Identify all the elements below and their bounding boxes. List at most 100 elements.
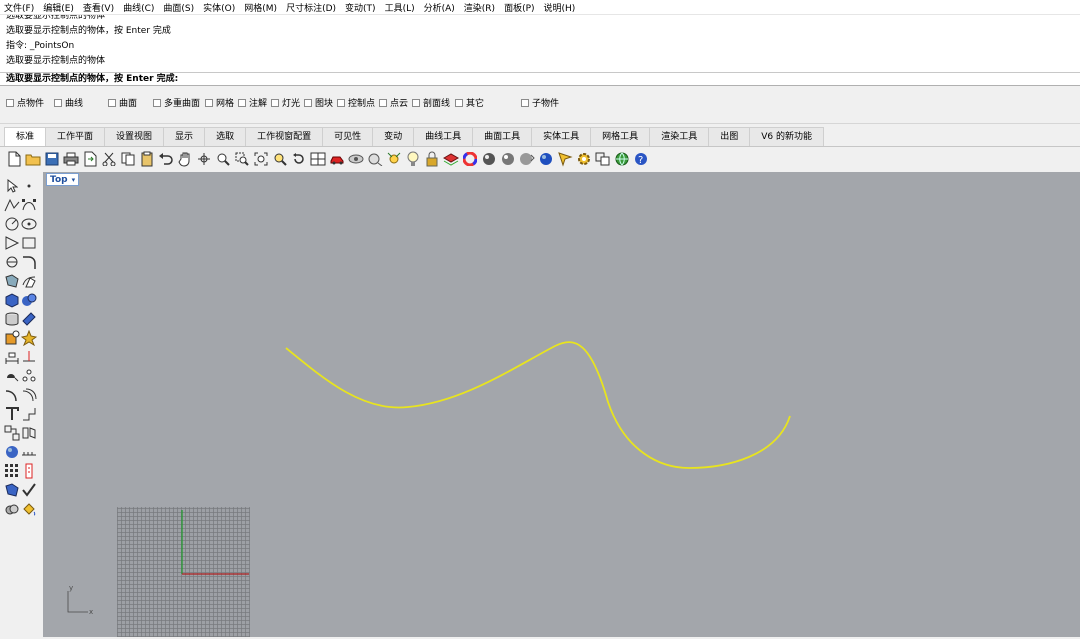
extrude-surface-icon[interactable]: [20, 272, 37, 289]
paint-bucket-icon[interactable]: [20, 500, 37, 517]
checkbox[interactable]: [455, 98, 463, 107]
menu-analyze[interactable]: 分析(A): [424, 1, 455, 14]
trim-icon[interactable]: [3, 367, 20, 384]
cylinder-icon[interactable]: [3, 310, 20, 327]
undo-view-icon[interactable]: [291, 151, 307, 167]
tab-new-in-v6[interactable]: V6 的新功能: [749, 127, 824, 146]
tab-standard[interactable]: 标准: [4, 127, 47, 146]
split-icon[interactable]: [20, 348, 37, 365]
color-wheel-icon[interactable]: [462, 151, 478, 167]
named-views-icon[interactable]: [595, 151, 611, 167]
mesh-icon[interactable]: [20, 310, 37, 327]
join-icon[interactable]: [3, 386, 20, 403]
cut-icon[interactable]: [101, 151, 117, 167]
menu-solid[interactable]: 实体(O): [203, 1, 235, 14]
curve-from-objects-icon[interactable]: [3, 253, 20, 270]
command-prompt[interactable]: 选取要显示控制点的物体，按 Enter 完成:: [0, 73, 1080, 86]
filter-surfaces[interactable]: 曲面: [108, 96, 137, 109]
text-icon[interactable]: [3, 405, 20, 422]
help-icon[interactable]: ?: [633, 151, 649, 167]
tab-transform[interactable]: 变动: [372, 127, 415, 146]
checkbox[interactable]: [108, 98, 116, 107]
filter-subobjects[interactable]: 子物件: [521, 96, 559, 109]
offset-icon[interactable]: [20, 386, 37, 403]
material-sphere-icon[interactable]: [481, 151, 497, 167]
boolean-icon[interactable]: [20, 291, 37, 308]
undo-icon[interactable]: [158, 151, 174, 167]
options-gear-icon[interactable]: [576, 151, 592, 167]
point-icon[interactable]: [20, 177, 37, 194]
environment-icon[interactable]: [519, 151, 535, 167]
tab-mesh-tools[interactable]: 网格工具: [590, 127, 651, 146]
globe-icon[interactable]: [614, 151, 630, 167]
print-icon[interactable]: [63, 151, 79, 167]
zoom-extents-icon[interactable]: [253, 151, 269, 167]
zoom-window-icon[interactable]: [234, 151, 250, 167]
render-tools-icon[interactable]: [3, 329, 20, 346]
paste-icon[interactable]: [139, 151, 155, 167]
checkbox[interactable]: [271, 98, 279, 107]
texture-mapping-icon[interactable]: [557, 151, 573, 167]
menu-file[interactable]: 文件(F): [4, 1, 34, 14]
menu-view[interactable]: 查看(V): [83, 1, 114, 14]
pan-hand-icon[interactable]: [177, 151, 193, 167]
filter-meshes[interactable]: 网格: [205, 96, 234, 109]
checkbox[interactable]: [412, 98, 420, 107]
menu-curve[interactable]: 曲线(C): [123, 1, 154, 14]
copy-icon[interactable]: [120, 151, 136, 167]
blue-sphere-icon[interactable]: [538, 151, 554, 167]
dimension-icon[interactable]: [3, 348, 20, 365]
import-icon[interactable]: [82, 151, 98, 167]
new-file-icon[interactable]: [6, 151, 22, 167]
filter-curves[interactable]: 曲线: [54, 96, 83, 109]
check-icon[interactable]: [20, 481, 37, 498]
menu-transform[interactable]: 变动(T): [345, 1, 376, 14]
tab-render-tools[interactable]: 渲染工具: [649, 127, 710, 146]
filter-control-points[interactable]: 控制点: [337, 96, 375, 109]
analysis-sphere-icon[interactable]: [3, 443, 20, 460]
cloud-icon[interactable]: [3, 500, 20, 517]
light-bulb-icon[interactable]: [405, 151, 421, 167]
menu-surface[interactable]: 曲面(S): [163, 1, 194, 14]
filter-others[interactable]: 其它: [455, 96, 484, 109]
grid-array-icon[interactable]: [3, 462, 20, 479]
checkbox[interactable]: [205, 98, 213, 107]
layer-icon[interactable]: [443, 151, 459, 167]
ellipse-icon[interactable]: [20, 215, 37, 232]
command-history[interactable]: 选取要显示控制点的物体 选取要显示控制点的物体，按 Enter 完成 指令: _…: [0, 15, 1080, 73]
rendered-display-icon[interactable]: [367, 151, 383, 167]
polygon-icon[interactable]: [3, 234, 20, 251]
osnap-icon[interactable]: [386, 151, 402, 167]
shaded-display-icon[interactable]: [348, 151, 364, 167]
align-icon[interactable]: [20, 405, 37, 422]
lock-icon[interactable]: [424, 151, 440, 167]
checkbox[interactable]: [153, 98, 161, 107]
open-folder-icon[interactable]: [25, 151, 41, 167]
save-icon[interactable]: [44, 151, 60, 167]
fillet-curve-icon[interactable]: [20, 253, 37, 270]
tab-solid-tools[interactable]: 实体工具: [531, 127, 592, 146]
tab-select[interactable]: 选取: [204, 127, 247, 146]
history-icon[interactable]: [20, 462, 37, 479]
filter-blocks[interactable]: 图块: [304, 96, 333, 109]
polyline-icon[interactable]: [3, 196, 20, 213]
tab-set-view[interactable]: 设置视图: [104, 127, 165, 146]
tab-viewport-layout[interactable]: 工作视窗配置: [245, 127, 324, 146]
checkbox[interactable]: [304, 98, 312, 107]
filter-lights[interactable]: 灯光: [271, 96, 300, 109]
render-sphere-icon[interactable]: [500, 151, 516, 167]
checkbox[interactable]: [379, 98, 387, 107]
menu-panels[interactable]: 面板(P): [504, 1, 534, 14]
tab-cplanes[interactable]: 工作平面: [45, 127, 106, 146]
four-viewports-icon[interactable]: [310, 151, 326, 167]
menu-help[interactable]: 说明(H): [544, 1, 576, 14]
rotate-view-icon[interactable]: [196, 151, 212, 167]
tab-drafting[interactable]: 出图: [708, 127, 751, 146]
menu-mesh[interactable]: 网格(M): [244, 1, 277, 14]
tab-curve-tools[interactable]: 曲线工具: [413, 127, 474, 146]
tab-display[interactable]: 显示: [163, 127, 206, 146]
checkbox[interactable]: [54, 98, 62, 107]
checkbox[interactable]: [337, 98, 345, 107]
zoom-selected-icon[interactable]: [272, 151, 288, 167]
rectangle-icon[interactable]: [20, 234, 37, 251]
